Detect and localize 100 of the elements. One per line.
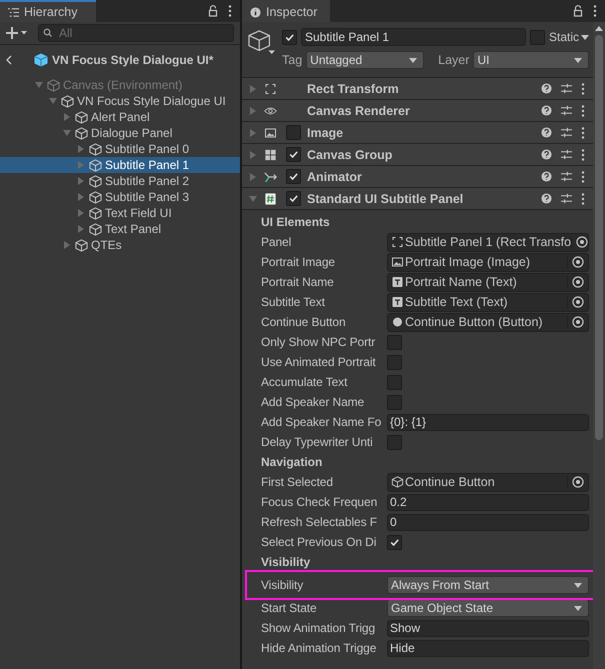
search-field[interactable]: All <box>38 24 234 42</box>
object-name-field[interactable]: Subtitle Panel 1 <box>301 28 526 46</box>
text-field[interactable]: Show <box>387 620 589 636</box>
checkbox[interactable] <box>387 354 402 370</box>
text-field[interactable]: Hide <box>387 640 589 656</box>
component-checkbox[interactable] <box>286 125 301 140</box>
component-header[interactable]: Animator <box>242 166 593 188</box>
component-name: Rect Transform <box>307 82 400 96</box>
component-checkbox[interactable] <box>286 147 301 162</box>
sliders-icon[interactable] <box>561 149 572 160</box>
text-field[interactable]: 0 <box>387 514 589 530</box>
sliders-icon[interactable] <box>561 171 572 182</box>
rect-transform-icon <box>391 236 404 248</box>
component-header[interactable]: Canvas Renderer <box>242 100 593 122</box>
object-field[interactable]: Continue Button <box>387 472 589 492</box>
dropdown-arrow-icon <box>574 606 582 610</box>
checkbox[interactable] <box>387 374 402 390</box>
more-options-icon[interactable] <box>581 148 585 160</box>
scrollbar[interactable] <box>593 22 605 669</box>
checkmark-icon <box>288 171 299 182</box>
field-label: Select Previous On Di <box>261 535 378 549</box>
checkbox[interactable] <box>387 434 402 450</box>
object-field[interactable]: Subtitle Panel 1 (Rect Transfo <box>387 232 589 252</box>
cube-icon <box>89 158 102 172</box>
script-icon <box>264 192 277 204</box>
more-options-icon[interactable] <box>581 192 585 204</box>
object-field[interactable]: Portrait Image (Image) <box>387 252 589 272</box>
component-name: Image <box>307 126 344 140</box>
scroll-up-arrow-icon[interactable] <box>595 26 603 31</box>
dropdown[interactable]: Always From Start <box>387 576 589 594</box>
component-checkbox[interactable] <box>286 191 301 206</box>
component-name: Standard UI Subtitle Panel <box>307 192 464 206</box>
text-field[interactable]: 0.2 <box>387 494 589 510</box>
dropdown[interactable]: Game Object State <box>387 599 589 617</box>
field-label: First Selected <box>261 475 334 489</box>
static-dropdown[interactable]: Static <box>548 30 589 44</box>
help-icon[interactable] <box>541 171 552 182</box>
cube-icon <box>89 142 102 156</box>
component-header[interactable]: Rect Transform <box>242 78 593 100</box>
more-options-icon[interactable] <box>581 170 585 182</box>
checkbox[interactable] <box>387 394 402 410</box>
field-label: Add Speaker Name <box>261 395 366 409</box>
component-checkbox[interactable] <box>286 169 301 184</box>
sliders-icon[interactable] <box>561 193 572 204</box>
sliders-icon[interactable] <box>561 83 572 94</box>
component-header[interactable]: Image <box>242 122 593 144</box>
more-options-icon[interactable] <box>581 104 585 116</box>
object-field[interactable]: Continue Button (Button) <box>387 312 589 332</box>
more-options-icon[interactable] <box>581 126 585 138</box>
field-label: Refresh Selectables F <box>261 515 378 529</box>
sliders-icon[interactable] <box>561 105 572 116</box>
cube-icon <box>61 94 74 108</box>
hierarchy-tab[interactable]: Hierarchy <box>0 0 96 22</box>
component-header[interactable]: Canvas Group <box>242 144 593 166</box>
component-name: Canvas Renderer <box>307 104 411 118</box>
cube-icon <box>75 110 88 124</box>
more-options-icon[interactable] <box>581 82 585 94</box>
help-icon[interactable] <box>541 83 552 94</box>
checkmark-icon <box>389 536 400 548</box>
object-field[interactable]: Portrait Name (Text) <box>387 272 589 292</box>
prefab-cube-icon <box>34 53 48 67</box>
grid-icon <box>264 148 277 160</box>
image-icon <box>391 256 404 268</box>
lock-icon[interactable] <box>208 5 218 17</box>
checkbox[interactable] <box>387 334 402 350</box>
field-label: Subtitle Text <box>261 295 326 309</box>
field-label: Use Animated Portrait <box>261 355 377 369</box>
scrollbar-thumb[interactable] <box>595 35 603 440</box>
tag-dropdown[interactable]: Untagged <box>306 51 424 69</box>
field-label: Focus Check Frequen <box>261 495 378 509</box>
sliders-icon[interactable] <box>561 127 572 138</box>
layer-dropdown[interactable]: UI <box>473 51 589 69</box>
help-icon[interactable] <box>541 193 552 204</box>
component-header[interactable]: Standard UI Subtitle Panel <box>242 188 593 210</box>
field-label: Accumulate Text <box>261 375 348 389</box>
checkbox[interactable] <box>387 534 402 550</box>
object-field[interactable]: Subtitle Text (Text) <box>387 292 589 312</box>
field-label: Only Show NPC Portr <box>261 335 376 349</box>
help-icon[interactable] <box>541 127 552 138</box>
text-field[interactable]: {0}: {1} <box>387 414 589 430</box>
tab-label: Hierarchy <box>24 5 78 19</box>
cube-icon <box>89 222 102 236</box>
active-checkbox[interactable] <box>282 30 297 44</box>
help-icon[interactable] <box>541 149 552 160</box>
static-checkbox[interactable] <box>530 30 545 44</box>
help-icon[interactable] <box>541 105 552 116</box>
cube-icon <box>391 476 404 488</box>
cube-icon[interactable] <box>248 30 276 56</box>
dropdown-arrow-icon <box>581 34 589 40</box>
cube-icon <box>75 238 88 252</box>
info-icon <box>250 6 261 18</box>
inspector-tab[interactable]: Inspector <box>242 0 330 22</box>
lock-icon[interactable] <box>573 5 583 17</box>
section-header: Navigation <box>261 454 324 471</box>
more-options-icon[interactable] <box>593 5 597 17</box>
checkmark-icon <box>288 193 299 204</box>
add-dropdown-icon[interactable] <box>6 27 28 39</box>
more-options-icon[interactable] <box>228 5 232 17</box>
eye-icon <box>264 104 277 116</box>
image-icon <box>264 126 277 138</box>
